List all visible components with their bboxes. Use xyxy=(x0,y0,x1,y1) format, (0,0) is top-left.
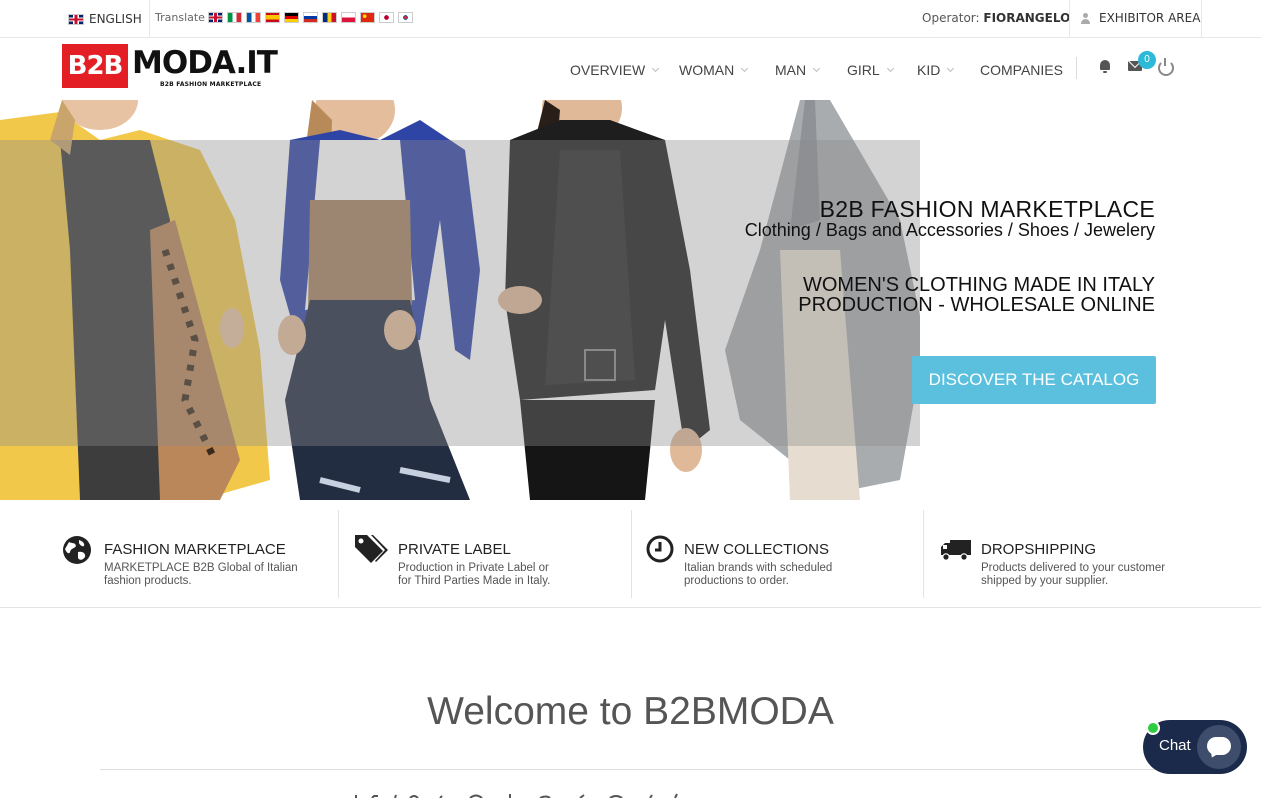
translate-label: Translate xyxy=(155,11,205,24)
feature-desc-line: Products delivered to your customer xyxy=(981,562,1166,574)
feature-title: FASHION MARKETPLACE xyxy=(104,541,286,558)
feature-title: DROPSHIPPING xyxy=(981,541,1097,558)
clock-icon xyxy=(646,535,674,563)
nav-label: MAN xyxy=(775,62,807,78)
nav-item-girl[interactable]: GIRL xyxy=(847,61,894,79)
france-flag-icon[interactable] xyxy=(245,12,261,23)
power-icon[interactable] xyxy=(1158,58,1174,76)
uk-flag-icon[interactable] xyxy=(207,12,223,23)
nav-label: GIRL xyxy=(847,62,880,78)
divider xyxy=(149,0,150,38)
feature-desc-line: shipped by your supplier. xyxy=(981,575,1109,587)
operator-label: Operator: xyxy=(922,11,980,25)
operator-name: FIORANGELO xyxy=(983,11,1071,25)
nav-item-companies[interactable]: COMPANIES xyxy=(980,61,1063,79)
translate-flags xyxy=(207,12,413,23)
feature-title: PRIVATE LABEL xyxy=(398,541,511,558)
nav-item-woman[interactable]: WOMAN xyxy=(679,61,749,79)
discover-catalog-button[interactable]: DISCOVER THE CATALOG xyxy=(912,356,1156,404)
language-selector[interactable]: ENGLISH xyxy=(68,11,142,27)
bell-icon[interactable] xyxy=(1098,59,1112,75)
nav-item-overview[interactable]: OVERVIEW xyxy=(570,61,660,79)
logo-subtitle: B2B FASHION MARKETPLACE xyxy=(160,81,262,88)
feature-private-label[interactable]: PRIVATE LABEL Production in Private Labe… xyxy=(353,510,623,598)
feature-description: Products delivered to your customer ship… xyxy=(981,562,1165,588)
hero-line-2: PRODUCTION - WHOLESALE ONLINE xyxy=(798,294,1155,316)
germany-flag-icon[interactable] xyxy=(283,12,299,23)
chevron-down-icon xyxy=(813,64,821,72)
chevron-down-icon xyxy=(886,64,894,72)
feature-new-collections[interactable]: NEW COLLECTIONS Italian brands with sche… xyxy=(646,510,916,598)
divider xyxy=(1076,57,1077,79)
romania-flag-icon[interactable] xyxy=(321,12,337,23)
feature-title: NEW COLLECTIONS xyxy=(684,541,830,558)
divider xyxy=(923,510,924,598)
feature-desc-line: Italian brands with scheduled xyxy=(684,562,833,574)
divider xyxy=(1069,0,1070,38)
feature-dropshipping[interactable]: DROPSHIPPING Products delivered to your … xyxy=(940,510,1230,598)
korea-flag-icon[interactable] xyxy=(397,12,413,23)
feature-desc-line: fashion products. xyxy=(104,575,192,587)
divider xyxy=(631,510,632,598)
mail-count-badge: 0 xyxy=(1138,51,1156,69)
divider xyxy=(1201,0,1202,38)
chat-label: Chat xyxy=(1159,737,1191,754)
feature-fashion-marketplace[interactable]: FASHION MARKETPLACE MARKETPLACE B2B Glob… xyxy=(62,510,332,598)
japan-flag-icon[interactable] xyxy=(378,12,394,23)
chat-bubble-icon xyxy=(1197,725,1241,769)
globe-icon xyxy=(63,536,91,564)
user-icon xyxy=(1080,12,1091,24)
nav-label: COMPANIES xyxy=(980,62,1063,78)
truck-icon xyxy=(941,540,971,561)
uk-flag-icon xyxy=(68,13,84,25)
hero-banner: B2B FASHION MARKETPLACE Clothing / Bags … xyxy=(0,100,1261,500)
italy-flag-icon[interactable] xyxy=(226,12,242,23)
logo-box: B2B xyxy=(62,44,128,88)
feature-desc-line: for Third Parties Made in Italy. xyxy=(398,575,551,587)
exhibitor-area-link[interactable]: EXHIBITOR AREA xyxy=(1080,11,1200,25)
features-strip: FASHION MARKETPLACE MARKETPLACE B2B Glob… xyxy=(0,500,1261,608)
feature-description: Production in Private Label or for Third… xyxy=(398,562,550,588)
site-logo[interactable]: B2B MODA.IT B2B FASHION MARKETPLACE xyxy=(62,44,278,89)
welcome-heading: Welcome to B2BMODA xyxy=(427,690,834,733)
hero-overlay xyxy=(0,140,920,446)
divider xyxy=(338,510,339,598)
feature-desc-line: Production in Private Label or xyxy=(398,562,549,574)
china-flag-icon[interactable] xyxy=(359,12,375,23)
chevron-down-icon xyxy=(947,64,955,72)
operator-info: Operator: FIORANGELO xyxy=(922,11,1070,25)
logo-text: MODA.IT xyxy=(132,45,278,81)
hero-subtitle: Clothing / Bags and Accessories / Shoes … xyxy=(744,220,1155,240)
hero-title: B2B FASHION MARKETPLACE xyxy=(819,196,1155,222)
russia-flag-icon[interactable] xyxy=(302,12,318,23)
translate-bar: Translate xyxy=(155,11,413,24)
spain-flag-icon[interactable] xyxy=(264,12,280,23)
language-label: ENGLISH xyxy=(89,12,142,26)
chevron-down-icon xyxy=(652,64,660,72)
feature-description: MARKETPLACE B2B Global of Italian fashio… xyxy=(104,562,298,588)
nav-label: OVERVIEW xyxy=(570,62,646,78)
feature-desc-line: productions to order. xyxy=(684,575,789,587)
nav-item-kid[interactable]: KID xyxy=(917,61,955,79)
chevron-down-icon xyxy=(741,64,749,72)
nav-item-man[interactable]: MAN xyxy=(775,61,821,79)
top-utility-bar: ENGLISH Translate Operator: FIORANGELO E… xyxy=(0,0,1261,38)
tags-icon xyxy=(355,535,388,563)
nav-label: WOMAN xyxy=(679,62,735,78)
feature-description: Italian brands with scheduled production… xyxy=(684,562,832,588)
main-header: B2B MODA.IT B2B FASHION MARKETPLACE OVER… xyxy=(0,39,1261,100)
poland-flag-icon[interactable] xyxy=(340,12,356,23)
cropped-text-line xyxy=(355,793,678,798)
exhibitor-area-label: EXHIBITOR AREA xyxy=(1099,11,1201,25)
divider xyxy=(100,769,1161,770)
feature-desc-line: MARKETPLACE B2B Global of Italian xyxy=(104,562,298,574)
online-status-dot xyxy=(1146,721,1160,735)
nav-label: KID xyxy=(917,62,941,78)
